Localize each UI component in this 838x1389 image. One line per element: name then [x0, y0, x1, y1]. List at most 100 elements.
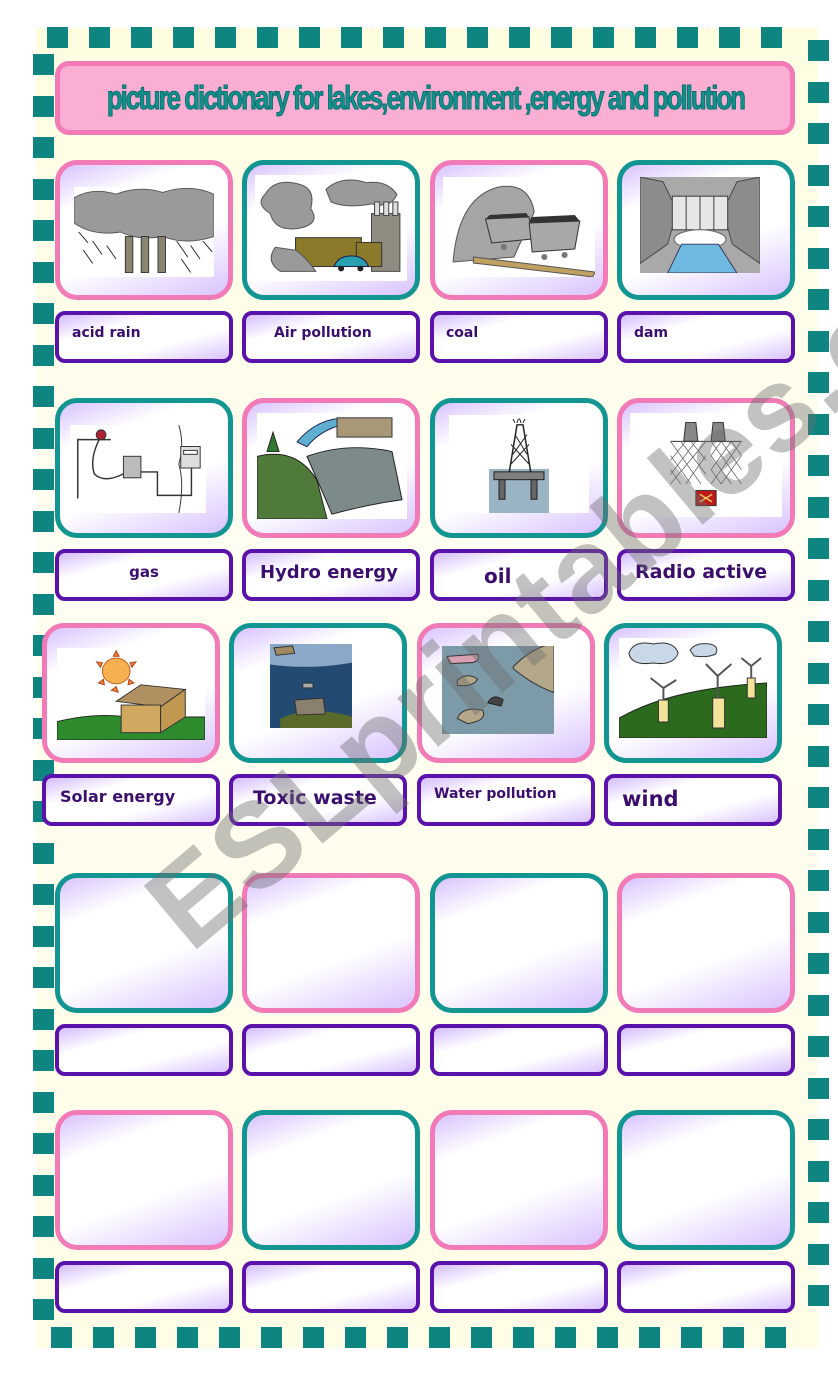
border-dash	[173, 27, 194, 48]
border-dash	[135, 1327, 156, 1348]
border-dash	[808, 40, 829, 61]
border-dash	[257, 27, 278, 48]
border-dash	[808, 1285, 829, 1306]
border-dash	[808, 994, 829, 1016]
word-label-solar-energy[interactable]: Solar energy	[42, 774, 220, 826]
border-dash	[593, 27, 614, 48]
border-dash	[215, 27, 236, 48]
border-dash	[808, 496, 829, 518]
border-dash	[467, 27, 488, 48]
label-text: Toxic waste	[253, 787, 377, 809]
word-label-air-pollution[interactable]: Air pollution	[242, 311, 420, 363]
border-dash	[677, 27, 698, 48]
blank-word-label[interactable]	[242, 1024, 420, 1076]
blank-word-label[interactable]	[242, 1261, 420, 1313]
border-dash	[33, 884, 54, 905]
blank-picture-card[interactable]	[617, 873, 795, 1013]
border-dash	[808, 206, 829, 227]
border-dash	[33, 925, 54, 947]
hydro-energy-icon	[257, 413, 407, 519]
border-dash	[719, 27, 740, 48]
blank-picture-card[interactable]	[430, 873, 608, 1013]
blank-word-label[interactable]	[617, 1261, 795, 1313]
toxic-waste-icon	[270, 644, 352, 728]
border-dash	[723, 1327, 744, 1348]
blank-word-label[interactable]	[430, 1024, 608, 1076]
gas-icon	[70, 425, 206, 513]
blank-picture-card[interactable]	[242, 1110, 420, 1250]
picture-card-wind	[604, 623, 782, 763]
border-dash	[808, 1202, 829, 1223]
border-dash	[509, 27, 530, 48]
border-dash	[681, 1327, 702, 1348]
border-dash	[341, 27, 362, 48]
air-pollution-icon	[255, 175, 407, 281]
label-text: wind	[622, 787, 679, 811]
word-label-water-pollution[interactable]: Water pollution	[417, 774, 595, 826]
border-dash	[808, 745, 829, 767]
border-dash	[33, 54, 54, 75]
word-label-oil[interactable]: oil	[430, 549, 608, 601]
word-label-acid-rain[interactable]: acid rain	[55, 311, 233, 363]
border-dash	[639, 1327, 660, 1348]
border-dash	[33, 469, 54, 490]
border-dash	[808, 330, 829, 352]
border-dash	[33, 552, 54, 573]
border-dash	[33, 344, 54, 366]
border-dash	[33, 261, 54, 283]
border-dash	[383, 27, 404, 48]
blank-picture-card[interactable]	[55, 1110, 233, 1250]
border-dash	[387, 1327, 408, 1348]
border-dash	[33, 593, 54, 615]
blank-word-label[interactable]	[55, 1024, 233, 1076]
word-label-gas[interactable]: gas	[55, 549, 233, 601]
label-text: coal	[446, 325, 479, 341]
border-dash	[761, 27, 782, 48]
picture-card-toxic-waste	[229, 623, 407, 763]
border-dash	[131, 27, 152, 48]
border-dash	[551, 27, 572, 48]
border-dash	[808, 1119, 829, 1140]
border-dash	[33, 137, 54, 158]
word-label-hydro-energy[interactable]: Hydro energy	[242, 549, 420, 601]
word-label-wind[interactable]: wind	[604, 774, 782, 826]
blank-picture-card[interactable]	[617, 1110, 795, 1250]
border-dash	[808, 372, 829, 393]
label-text: gas	[129, 563, 159, 581]
border-dash	[219, 1327, 240, 1348]
border-dash	[261, 1327, 282, 1348]
picture-card-air-pollution	[242, 160, 420, 300]
border-dash	[33, 1133, 54, 1154]
border-dash	[808, 81, 829, 103]
blank-picture-card[interactable]	[430, 1110, 608, 1250]
border-dash	[808, 1036, 829, 1057]
border-dash	[808, 413, 829, 435]
border-dash	[47, 27, 68, 48]
picture-card-hydro-energy	[242, 398, 420, 538]
blank-picture-card[interactable]	[55, 873, 233, 1013]
dam-icon	[640, 177, 760, 273]
blank-word-label[interactable]	[55, 1261, 233, 1313]
border-dash	[808, 123, 829, 144]
blank-picture-card[interactable]	[242, 873, 420, 1013]
radio-active-icon	[630, 413, 782, 517]
word-label-dam[interactable]: dam	[617, 311, 795, 363]
border-dash	[555, 1327, 576, 1348]
border-dash	[808, 828, 829, 850]
word-label-coal[interactable]: coal	[430, 311, 608, 363]
wind-icon	[619, 638, 767, 738]
blank-word-label[interactable]	[430, 1261, 608, 1313]
border-dash	[808, 621, 829, 642]
border-dash	[345, 1327, 366, 1348]
border-dash	[33, 967, 54, 988]
border-dash	[808, 247, 829, 269]
border-dash	[33, 1257, 54, 1279]
oil-icon	[449, 415, 589, 513]
word-label-radio-active[interactable]: Radio active	[617, 549, 795, 601]
border-dash	[808, 870, 829, 891]
border-dash	[33, 842, 54, 864]
word-label-toxic-waste[interactable]: Toxic waste	[229, 774, 407, 826]
picture-card-dam	[617, 160, 795, 300]
blank-word-label[interactable]	[617, 1024, 795, 1076]
label-text: acid rain	[72, 325, 141, 341]
